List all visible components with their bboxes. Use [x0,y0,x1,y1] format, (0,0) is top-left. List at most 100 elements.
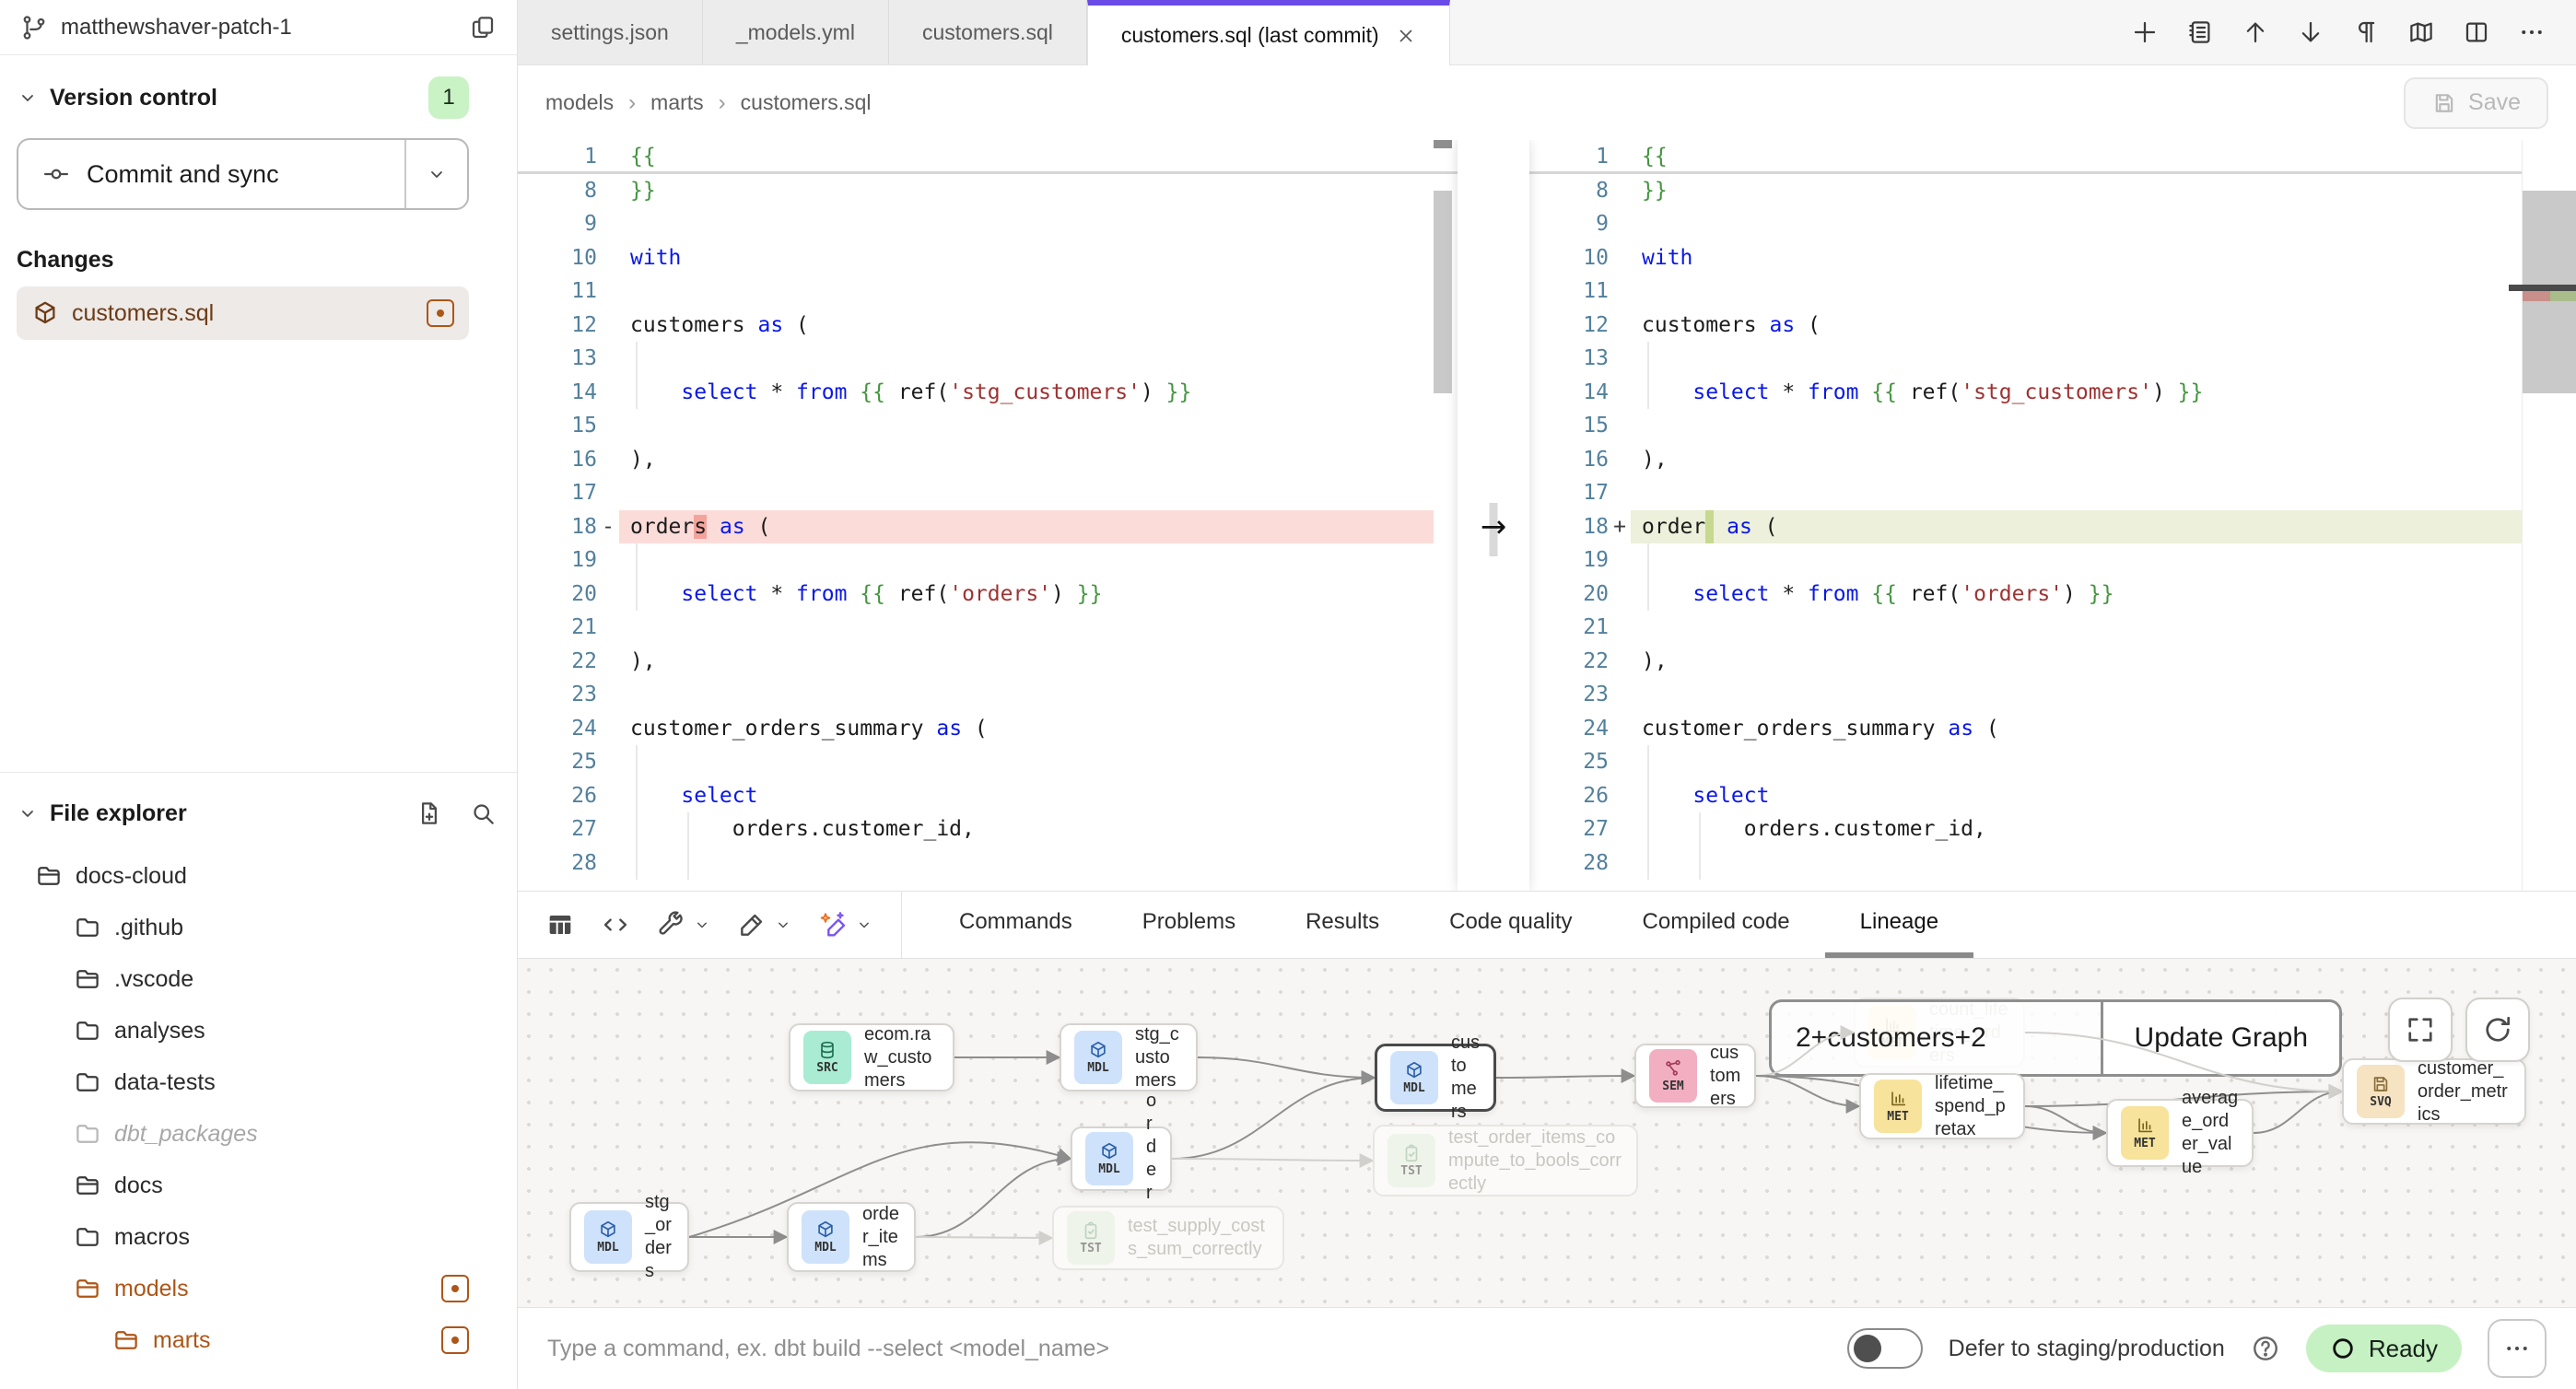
lineage-node-average-order-value[interactable]: METaverage_order_value [2106,1099,2254,1167]
lineage-node-ecom-raw-customers[interactable]: SRCecom.raw_customers [789,1023,954,1091]
code-line-14[interactable]: 14 select * from {{ ref('stg_customers')… [1529,376,2576,410]
code-line-23[interactable]: 23 [1529,678,2576,712]
lineage-node-stg-customers[interactable]: MDLstg_customers [1060,1023,1198,1091]
code-line-10[interactable]: 10with [1529,241,2576,275]
breadcrumb-item[interactable]: customers.sql [741,90,872,115]
lineage-node-order-items[interactable]: MDLorder_items [787,1202,916,1272]
lineage-node-customers-mdl[interactable]: MDLcustomers [1375,1044,1496,1112]
tree-item-docs[interactable]: docs [0,1160,469,1211]
new-file-icon[interactable] [416,800,443,827]
code-line-26[interactable]: 26 select [518,779,1458,813]
tree-item-macros[interactable]: macros [0,1211,469,1263]
code-line-17[interactable]: 17 [1529,476,2576,510]
commit-options-dropdown[interactable] [404,140,467,208]
commit-and-sync-button[interactable]: Commit and sync [18,140,404,208]
defer-toggle[interactable] [1847,1328,1923,1369]
code-line-1[interactable]: 1{{ [1529,140,2576,174]
editor-tab--models-yml[interactable]: _models.yml [703,0,889,64]
code-line-22[interactable]: 22), [1529,645,2576,679]
changed-file-customers-sql[interactable]: customers.sql [17,286,469,340]
refresh-graph-button[interactable] [2465,998,2530,1062]
tree-item-docs-cloud[interactable]: docs-cloud [0,850,469,902]
code-line-24[interactable]: 24customer_orders_summary as ( [1529,712,2576,746]
lineage-node-orders[interactable]: MDLorders [1071,1126,1172,1191]
code-line-14[interactable]: 14 select * from {{ ref('stg_customers')… [518,376,1458,410]
tree-item-models[interactable]: models [0,1263,469,1314]
tree-item-analyses[interactable]: analyses [0,1005,469,1056]
tree-item--github[interactable]: .github [0,902,469,953]
build-button[interactable] [656,910,711,940]
code-line-21[interactable]: 21 [518,611,1458,645]
code-line-18[interactable]: 18-orders as ( [518,510,1458,544]
code-line-21[interactable]: 21 [1529,611,2576,645]
split-view-icon[interactable] [2456,12,2497,53]
panel-tab-commands[interactable]: Commands [924,892,1107,958]
editor-tab-customers-sql-last-commit-[interactable]: customers.sql (last commit) [1087,0,1450,65]
more-options-button[interactable] [2488,1319,2547,1378]
arrow-up-icon[interactable] [2235,12,2276,53]
plus-icon[interactable] [2125,12,2165,53]
lineage-node-stg-orders[interactable]: MDLstg_orders [569,1202,689,1272]
update-graph-button[interactable]: Update Graph [2101,1002,2339,1074]
panel-tab-code-quality[interactable]: Code quality [1414,892,1607,958]
code-line-9[interactable]: 9 [518,207,1458,241]
panel-tab-compiled-code[interactable]: Compiled code [1608,892,1825,958]
code-line-16[interactable]: 16), [1529,443,2576,477]
code-line-13[interactable]: 13 [1529,342,2576,376]
code-line-26[interactable]: 26 select [1529,779,2576,813]
command-input[interactable] [547,1336,1821,1362]
code-line-25[interactable]: 25 [1529,745,2576,779]
apply-change-arrow-icon[interactable]: → [1458,508,1529,545]
chevron-down-icon[interactable] [774,916,792,934]
tree-item-data-tests[interactable]: data-tests [0,1056,469,1108]
code-line-15[interactable]: 15 [518,409,1458,443]
left-scrollbar[interactable] [1434,191,1452,393]
panel-tab-lineage[interactable]: Lineage [1825,892,1973,958]
copilot-button[interactable] [818,910,873,940]
fullscreen-button[interactable] [2388,998,2453,1062]
lineage-node-customer-order-metrics[interactable]: SVQcustomer_order_metrics [2342,1058,2526,1125]
panel-tab-results[interactable]: Results [1270,892,1414,958]
editor-tab-customers-sql[interactable]: customers.sql [889,0,1087,64]
code-line-19[interactable]: 19 [1529,543,2576,578]
outline-list-icon[interactable] [2180,12,2220,53]
tree-item--vscode[interactable]: .vscode [0,953,469,1005]
tree-item-marts[interactable]: marts [0,1314,469,1366]
tree-item-dbt-packages[interactable]: dbt_packages [0,1108,469,1160]
code-line-1[interactable]: 1{{ [518,140,1458,174]
code-line-11[interactable]: 11 [518,274,1458,309]
results-table-button[interactable] [545,910,575,940]
lineage-node-test-supply[interactable]: TSTtest_supply_costs_sum_correctly [1052,1206,1284,1270]
ellipsis-icon[interactable] [2512,12,2552,53]
code-line-27[interactable]: 27 orders.customer_id, [1529,812,2576,846]
code-line-20[interactable]: 20 select * from {{ ref('orders') }} [518,578,1458,612]
diff-overview-ruler[interactable] [2522,140,2576,891]
code-line-11[interactable]: 11 [1529,274,2576,309]
code-line-22[interactable]: 22), [518,645,1458,679]
lineage-node-lifetime-spend[interactable]: METlifetime_spend_pretax [1859,1073,2025,1139]
map-icon[interactable] [2401,12,2441,53]
chevron-down-icon[interactable] [855,916,873,934]
copy-icon[interactable] [469,14,497,41]
diff-pane-modified[interactable]: 1{{8}}910with1112customers as (1314 sele… [1529,140,2576,891]
code-line-18[interactable]: 18+order as ( [1529,510,2576,544]
file-explorer-header[interactable]: File explorer [0,776,517,850]
editor-tab-settings-json[interactable]: settings.json [518,0,703,64]
code-line-16[interactable]: 16), [518,443,1458,477]
breadcrumb-item[interactable]: marts [650,90,704,115]
save-button[interactable]: Save [2404,77,2548,129]
code-line-12[interactable]: 12customers as ( [518,309,1458,343]
panel-tab-problems[interactable]: Problems [1107,892,1270,958]
arrow-down-icon[interactable] [2290,12,2331,53]
code-line-28[interactable]: 28 [1529,846,2576,881]
code-line-8[interactable]: 8}} [518,174,1458,208]
status-badge[interactable]: Ready [2306,1325,2462,1372]
code-line-23[interactable]: 23 [518,678,1458,712]
format-button[interactable] [737,910,792,940]
code-line-10[interactable]: 10with [518,241,1458,275]
code-line-27[interactable]: 27 orders.customer_id, [518,812,1458,846]
version-control-header[interactable]: Version control 1 [17,68,469,127]
help-icon[interactable] [2251,1334,2280,1363]
code-line-20[interactable]: 20 select * from {{ ref('orders') }} [1529,578,2576,612]
breadcrumb-item[interactable]: models [545,90,614,115]
